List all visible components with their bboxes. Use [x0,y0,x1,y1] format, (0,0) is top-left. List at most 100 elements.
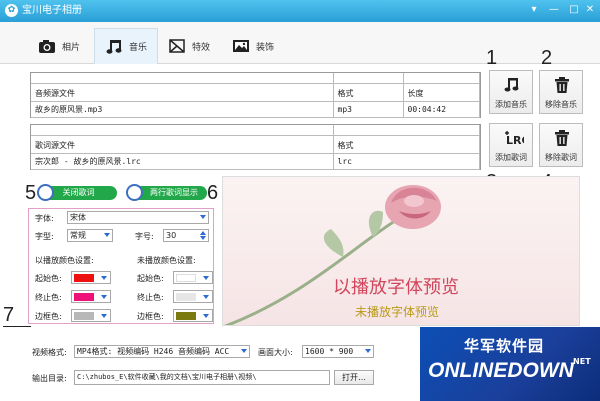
remove-music-button[interactable]: 移除音乐 [539,70,583,114]
add-lyrics-button[interactable]: LRC 添加歌词 [489,123,533,167]
played-border-color-picker[interactable] [71,309,111,322]
table-row[interactable]: 故乡的原风景.mp3 mp3 00:04:42 [31,101,480,118]
chevron-down-icon [365,349,371,353]
column-header: 音频源文件 [31,83,334,102]
played-end-color-picker[interactable] [71,290,111,303]
frame-size-label: 画面大小: [258,348,293,357]
stepper-down-icon[interactable] [200,236,206,240]
table-cell: 00:04:42 [403,101,480,118]
trash-icon [555,130,569,146]
frame-size-select[interactable]: 1600 * 900 [302,345,374,358]
tab-music[interactable]: 音乐 [94,28,159,64]
toggle-knob [126,184,143,201]
chevron-down-icon [200,215,206,219]
tab-effects[interactable]: 特效 [158,28,220,64]
lyrics-off-label: 关闭歌词 [62,188,95,197]
table-cell: mp3 [333,101,404,118]
stepper-up-icon[interactable] [200,231,206,235]
played-start-color-picker[interactable] [71,271,111,284]
music-file-table[interactable]: 音频源文件 格式 长度 故乡的原风景.mp3 mp3 00:04:42 [30,72,481,118]
output-path-value: C:\zhubos_E\软件收藏\我的文档\宝川电子相册\视频\ [77,373,257,381]
trash-icon [555,77,569,93]
tab-effects-label: 特效 [192,42,211,53]
played-start-color-label: 起始色: [35,274,62,283]
annotation-number: 6 [207,182,219,204]
played-color-header: 以播放颜色设置: [35,256,94,265]
annotation-number: 2 [541,47,553,69]
font-settings-panel: 字体: 宋体 字型: 常规 字号: 30 以播放颜色设置: 未播放颜色设置: 起… [28,208,214,324]
open-folder-button[interactable]: 打开… [334,370,374,385]
remove-lyrics-label: 移除歌词 [545,153,577,162]
window-title: 宝川电子相册 [22,5,82,16]
watermark-logo: 华军软件园 ONLINEDOWN .NET [420,327,600,401]
chevron-down-icon [203,276,209,280]
lyrics-off-toggle[interactable]: 关闭歌词 [37,184,117,201]
annotation-underline [3,326,31,327]
tab-photos[interactable]: 相片 [28,28,90,64]
chevron-down-icon [101,276,107,280]
color-swatch [74,293,94,301]
chevron-down-icon [203,314,209,318]
column-header: 格式 [333,83,404,102]
close-icon[interactable]: ✕ [582,3,598,17]
unplayed-color-header: 未播放颜色设置: [137,256,196,265]
color-swatch [176,312,196,320]
picture-icon [233,40,249,52]
annotation-number: 7 [3,304,15,326]
maximize-icon[interactable]: □ [566,3,582,17]
tab-bar: 相片 音乐 特效 装饰 [0,22,600,64]
lyrics-file-table[interactable]: 歌词源文件 格式 宗次郎 - 故乡的原风景.lrc lrc [30,124,481,170]
table-cell: 宗次郎 - 故乡的原风景.lrc [31,153,334,170]
font-style-select[interactable]: 常规 [67,229,113,242]
video-format-select[interactable]: MP4格式: 视频编码 H246 音频编码 ACC [74,345,250,358]
chevron-down-icon [101,295,107,299]
played-border-color-label: 边框色: [35,312,62,321]
add-music-label: 添加音乐 [495,100,527,109]
column-header: 长度 [403,83,480,102]
chevron-down-icon [101,314,107,318]
unplayed-start-color-picker[interactable] [173,271,213,284]
font-size-value: 30 [166,231,177,240]
remove-lyrics-button[interactable]: 移除歌词 [539,123,583,167]
title-bar: ✿ 宝川电子相册 ▾ — □ ✕ [0,0,600,22]
camera-icon [39,40,55,53]
font-size-stepper[interactable]: 30 [163,229,209,242]
annotation-number: 5 [25,182,37,204]
unplayed-border-color-label: 边框色: [137,312,164,321]
watermark-en: ONLINEDOWN [428,359,574,382]
font-label: 字体: [35,214,54,223]
unplayed-border-color-picker[interactable] [173,309,213,322]
unplayed-text-preview: 未播放字体预览 [355,305,440,319]
color-swatch [74,312,94,320]
color-swatch [176,274,196,282]
column-header: 歌词源文件 [31,135,334,154]
table-spacer [31,125,480,136]
music-note-icon [106,39,122,54]
minimize-icon[interactable]: — [546,3,562,17]
style-label: 字型: [35,232,54,241]
tab-decorations[interactable]: 装饰 [222,28,284,64]
played-end-color-label: 终止色: [35,293,62,302]
unplayed-end-color-label: 终止色: [137,293,164,302]
add-music-button[interactable]: 添加音乐 [489,70,533,114]
table-row[interactable]: 宗次郎 - 故乡的原风景.lrc lrc [31,153,480,170]
table-cell: lrc [333,153,480,170]
unplayed-start-color-label: 起始色: [137,274,164,283]
font-select[interactable]: 宋体 [67,211,209,224]
output-path-input[interactable]: C:\zhubos_E\软件收藏\我的文档\宝川电子相册\视频\ [74,370,330,385]
lyrics-add-icon: LRC [505,131,524,147]
lyrics-icon-text: LRC [506,134,524,147]
played-text-preview: 以播放字体预览 [333,277,459,298]
video-format-label: 视频格式: [32,348,67,357]
size-label: 字号: [135,232,154,241]
watermark-cn: 华军软件园 [464,337,545,355]
unplayed-end-color-picker[interactable] [173,290,213,303]
annotation-number: 1 [486,47,498,69]
output-path-label: 输出目录: [32,374,67,383]
video-format-value: MP4格式: 视频编码 H246 音频编码 ACC [77,347,230,356]
menu-icon[interactable]: ▾ [526,3,542,17]
font-style-value: 常规 [70,231,86,240]
two-line-lyrics-toggle[interactable]: 两行歌词显示 [126,184,207,201]
frame-size-value: 1600 * 900 [305,347,354,356]
table-header: 歌词源文件 格式 [31,135,480,154]
